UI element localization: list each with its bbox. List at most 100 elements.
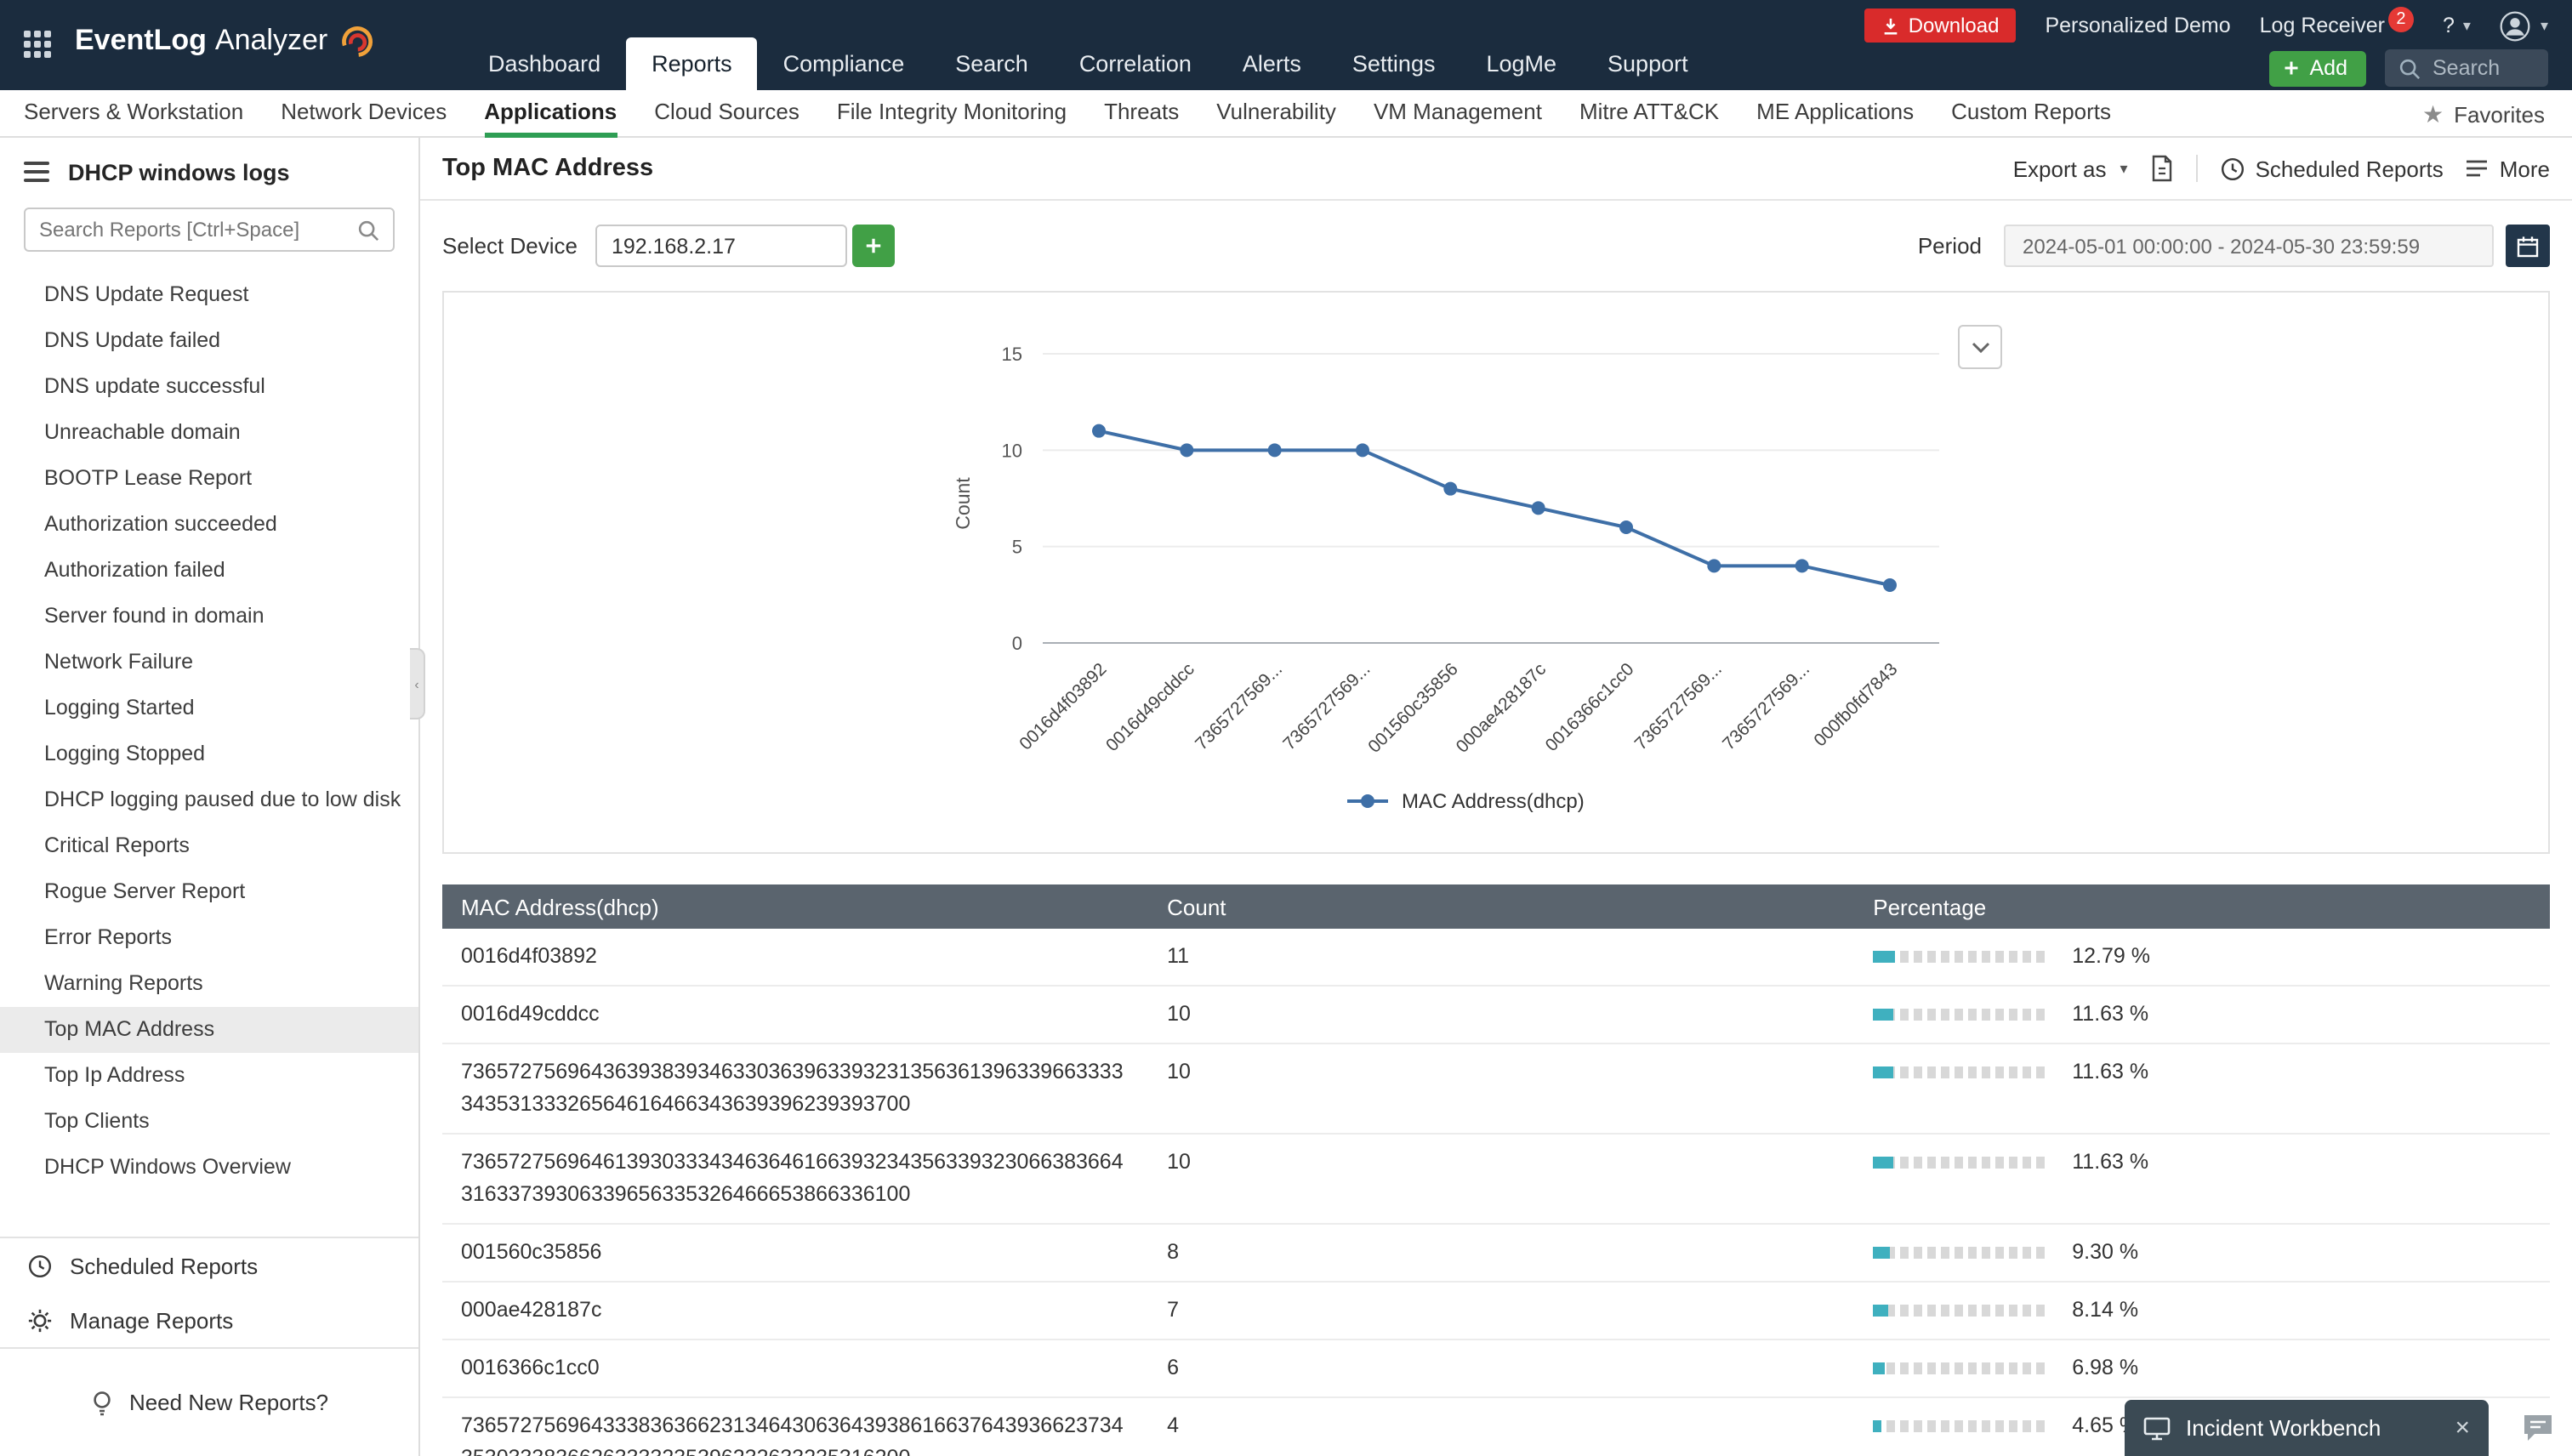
global-search-placeholder: Search [2433,56,2500,80]
device-input[interactable] [596,225,848,267]
sidebar-item-top-ip-address[interactable]: Top Ip Address [0,1053,418,1099]
add-device-button[interactable] [853,225,896,267]
nav-tab-logme[interactable]: LogMe [1460,37,1582,90]
apps-grid-icon[interactable] [24,31,51,58]
svg-text:0: 0 [1011,633,1021,654]
logo-text-primary: EventLog [75,24,207,58]
sidebar-item-dns-update-failed[interactable]: DNS Update failed [0,318,418,364]
nav-tab-search[interactable]: Search [930,37,1054,90]
table-row[interactable]: 001560c3585689.30 % [442,1225,2550,1283]
sidebar-item-dns-update-successful[interactable]: DNS update successful [0,364,418,410]
sidebar-item-warning-reports[interactable]: Warning Reports [0,961,418,1007]
mac-address-cell: 0016366c1cc0 [442,1340,1148,1396]
nav-tab-support[interactable]: Support [1582,37,1714,90]
subnav-tab-servers-workstation[interactable]: Servers & Workstation [24,89,243,137]
sidebar-item-authorization-failed[interactable]: Authorization failed [0,548,418,594]
count-cell: 11 [1148,929,1854,985]
sidebar-manage-reports[interactable]: Manage Reports [0,1293,418,1347]
log-receiver-link[interactable]: Log Receiver 2 [2260,14,2414,37]
subnav-tab-vulnerability[interactable]: Vulnerability [1216,89,1336,137]
sidebar-item-rogue-server-report[interactable]: Rogue Server Report [0,869,418,915]
subnav-tab-custom-reports[interactable]: Custom Reports [1951,89,2111,137]
report-search-input[interactable] [39,218,357,242]
sidebar-item-unreachable-domain[interactable]: Unreachable domain [0,410,418,456]
sidebar-scheduled-reports[interactable]: Scheduled Reports [0,1238,418,1293]
feedback-chat-icon[interactable] [2521,1412,2555,1447]
add-label: Add [2310,56,2348,80]
chart-collapse-button[interactable] [1958,325,2002,369]
search-icon [2398,57,2421,79]
scheduled-reports-button[interactable]: Scheduled Reports [2220,156,2444,181]
scheduled-reports-label: Scheduled Reports [2256,156,2444,181]
table-body: 0016d4f038921112.79 %0016d49cddcc1011.63… [442,929,2550,1456]
logo-swirl-icon [336,22,373,60]
sidebar-collapse-handle[interactable]: ‹ [410,648,425,719]
table-row[interactable]: 0016366c1cc066.98 % [442,1340,2550,1398]
sidebar-item-authorization-succeeded[interactable]: Authorization succeeded [0,502,418,548]
top-bar: EventLog Analyzer DashboardReportsCompli… [0,0,2572,90]
download-label: Download [1909,14,2000,37]
more-button[interactable]: More [2466,156,2550,181]
need-new-reports-link[interactable]: Need New Reports? [0,1347,418,1456]
subnav-tab-me-applications[interactable]: ME Applications [1756,89,1914,137]
sidebar-toggle-icon[interactable] [24,156,49,187]
subnav-tab-cloud-sources[interactable]: Cloud Sources [654,89,799,137]
global-search-input[interactable]: Search [2385,49,2548,87]
subnav-tab-vm-management[interactable]: VM Management [1374,89,1542,137]
table-row[interactable]: 7365727569646139303334346364616639323435… [442,1135,2550,1225]
table-row[interactable]: 7365727569643639383934633036396339323135… [442,1044,2550,1135]
export-document-button[interactable] [2150,155,2174,182]
download-button[interactable]: Download [1864,9,2017,43]
personalized-demo-link[interactable]: Personalized Demo [2045,14,2230,37]
svg-text:7365727569...: 7365727569... [1718,659,1812,754]
export-as-dropdown[interactable]: Export as ▾ [2013,156,2128,181]
nav-tab-alerts[interactable]: Alerts [1217,37,1327,90]
table-row[interactable]: 0016d4f038921112.79 % [442,929,2550,987]
help-menu[interactable]: ? ▾ [2443,14,2471,37]
close-icon[interactable]: × [2455,1415,2470,1441]
sidebar-item-error-reports[interactable]: Error Reports [0,915,418,961]
subnav-tab-network-devices[interactable]: Network Devices [281,89,447,137]
nav-tab-reports[interactable]: Reports [626,37,758,90]
nav-tab-compliance[interactable]: Compliance [758,37,930,90]
divider [2196,155,2198,182]
topbar-utilities: Download Personalized Demo Log Receiver … [1864,9,2548,43]
subnav-tab-mitre-att-ck[interactable]: Mitre ATT&CK [1579,89,1719,137]
sidebar-item-logging-started[interactable]: Logging Started [0,685,418,731]
sidebar-item-network-failure[interactable]: Network Failure [0,640,418,685]
sidebar-item-top-clients[interactable]: Top Clients [0,1099,418,1145]
sidebar-item-dns-update-request[interactable]: DNS Update Request [0,272,418,318]
sidebar-item-dhcp-windows-overview[interactable]: DHCP Windows Overview [0,1145,418,1191]
sidebar-item-bootp-lease-report[interactable]: BOOTP Lease Report [0,456,418,502]
percentage-cell: 11.63 % [1854,1044,2550,1133]
need-new-reports-label: Need New Reports? [129,1390,328,1415]
percentage-value: 6.98 % [2072,1352,2138,1385]
period-range-input[interactable]: 2024-05-01 00:00:00 - 2024-05-30 23:59:5… [2004,225,2494,267]
user-menu[interactable]: ▾ [2500,9,2548,42]
mac-address-cell: 7365727569643639383934633036396339323135… [442,1044,1148,1133]
download-icon [1881,16,1900,35]
percentage-bar-fill [1873,1009,1893,1021]
table-row[interactable]: 0016d49cddcc1011.63 % [442,987,2550,1044]
favorites-button[interactable]: ★ Favorites [2422,90,2545,138]
report-list: DNS Update RequestDNS Update failedDNS u… [0,272,418,1191]
nav-tab-correlation[interactable]: Correlation [1054,37,1217,90]
help-label: ? [2443,14,2455,37]
sidebar-item-server-found-in-domain[interactable]: Server found in domain [0,594,418,640]
nav-tab-settings[interactable]: Settings [1327,37,1461,90]
subnav-tab-applications[interactable]: Applications [484,89,617,137]
nav-tab-dashboard[interactable]: Dashboard [463,37,626,90]
table-row[interactable]: 000ae428187c78.14 % [442,1283,2550,1340]
sidebar-item-logging-stopped[interactable]: Logging Stopped [0,731,418,777]
calendar-button[interactable] [2506,225,2550,267]
list-icon [2466,158,2489,179]
sidebar-item-top-mac-address[interactable]: Top MAC Address [0,1007,418,1053]
subnav-tab-file-integrity-monitoring[interactable]: File Integrity Monitoring [837,89,1067,137]
sidebar-item-critical-reports[interactable]: Critical Reports [0,823,418,869]
sidebar-title: DHCP windows logs [68,159,290,185]
subnav-tab-threats[interactable]: Threats [1104,89,1179,137]
add-button[interactable]: Add [2269,50,2367,86]
sidebar-item-dhcp-logging-paused-due-to-low-disk[interactable]: DHCP logging paused due to low disk [0,777,418,823]
incident-workbench-panel[interactable]: Incident Workbench × [2125,1400,2489,1456]
count-cell: 10 [1148,1044,1854,1133]
